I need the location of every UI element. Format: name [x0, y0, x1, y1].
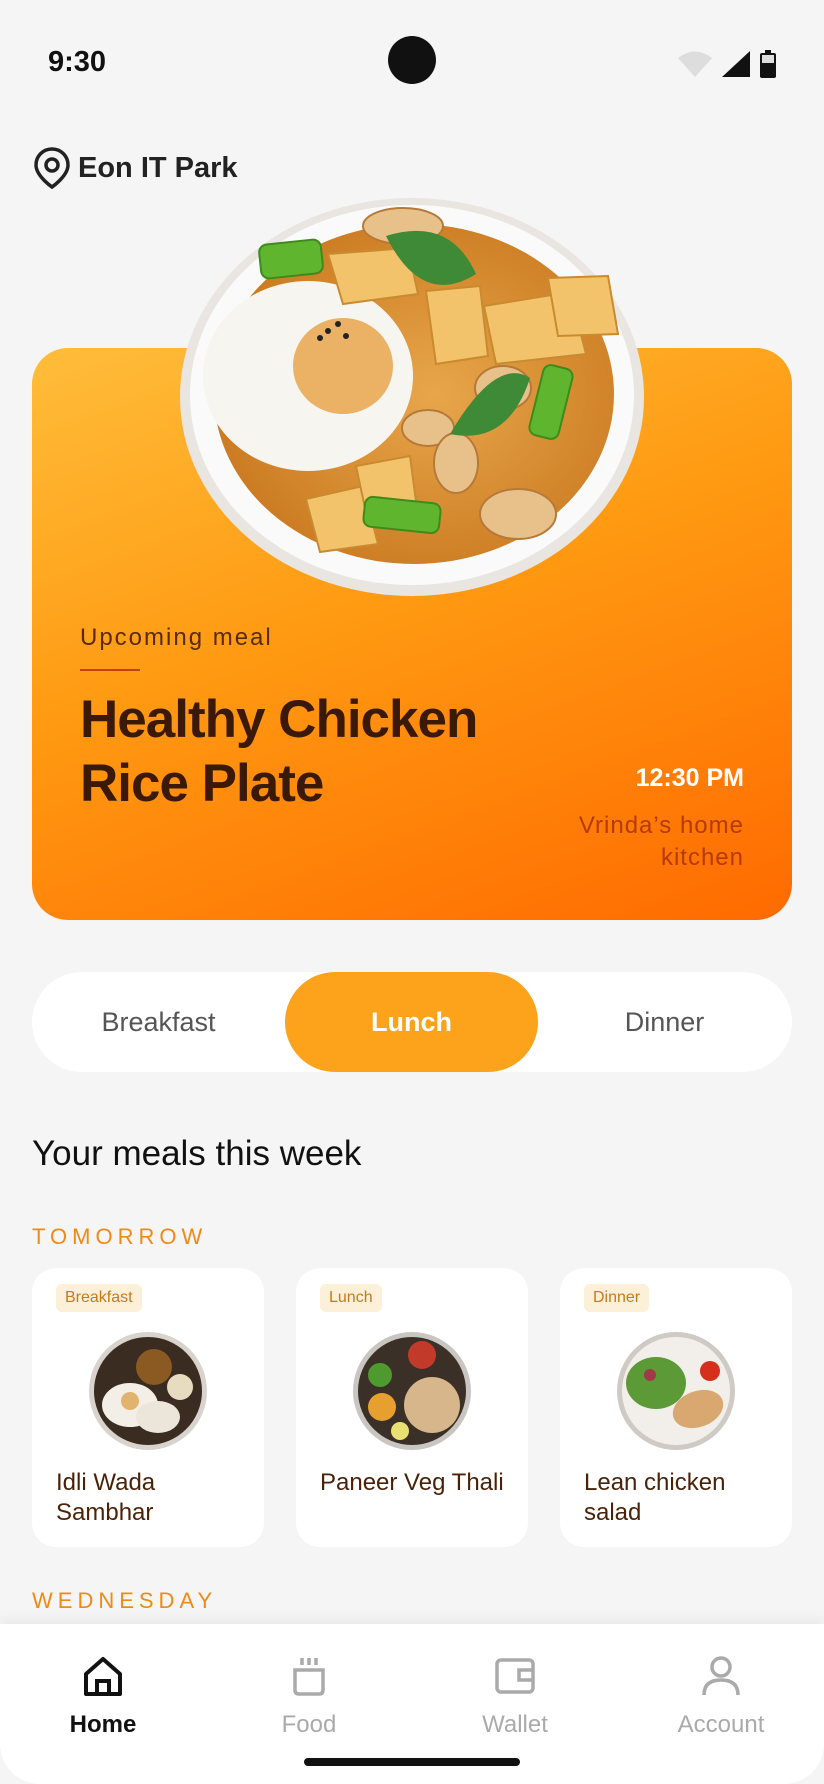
meal-card-dinner[interactable]: Dinner Lean chicken salad: [560, 1268, 792, 1547]
home-icon: [84, 1657, 122, 1696]
home-indicator: [304, 1758, 520, 1766]
meal-name: Lean chicken salad: [584, 1469, 726, 1526]
location-selector[interactable]: Eon IT Park: [32, 146, 238, 190]
status-time: 9:30: [48, 46, 107, 78]
thali-plate-image: [353, 1332, 471, 1450]
idli-plate-image: [89, 1332, 207, 1450]
segment-breakfast[interactable]: Breakfast: [32, 972, 285, 1072]
nav-wallet[interactable]: Wallet: [412, 1654, 618, 1739]
day-label-tomorrow: TOMORROW: [32, 1224, 208, 1249]
section-title: Your meals this week: [32, 1134, 362, 1173]
nav-food[interactable]: Food: [206, 1654, 412, 1739]
day-label-wednesday: WEDNESDAY: [32, 1588, 218, 1613]
nav-label: Account: [677, 1711, 765, 1738]
meal-tag: Breakfast: [56, 1284, 142, 1312]
wifi-icon: [678, 51, 712, 77]
nav-label: Food: [281, 1711, 337, 1738]
signal-icon: [722, 51, 750, 77]
nav-account[interactable]: Account: [618, 1654, 824, 1739]
segment-dinner[interactable]: Dinner: [538, 972, 791, 1072]
meal-card-lunch[interactable]: Lunch Paneer Veg Thali: [296, 1268, 528, 1547]
segment-lunch[interactable]: Lunch: [285, 972, 538, 1072]
hero-subtitle: Upcoming meal: [80, 624, 273, 651]
location-pin-icon: [34, 147, 70, 190]
camera-cutout: [388, 36, 436, 84]
nav-label: Home: [69, 1711, 137, 1738]
meal-tag: Dinner: [584, 1284, 650, 1312]
nav-label: Wallet: [482, 1711, 548, 1738]
food-icon: [293, 1658, 325, 1696]
battery-icon: [760, 50, 776, 78]
status-icons: [678, 50, 776, 78]
meal-card-breakfast[interactable]: Breakfast Idli Wada Sambhar: [32, 1268, 264, 1547]
nav-home[interactable]: Home: [0, 1654, 206, 1739]
meal-title: Healthy Chicken Rice Plate: [80, 690, 478, 813]
meal-time: 12:30 PM: [635, 764, 744, 792]
wallet-icon: [495, 1658, 535, 1694]
location-label: Eon IT Park: [78, 151, 238, 184]
account-icon: [702, 1656, 740, 1696]
meal-tag: Lunch: [320, 1284, 382, 1312]
meal-plate-image: [180, 198, 644, 596]
kitchen-name: Vrinda’s home kitchen: [578, 812, 744, 871]
salad-plate-image: [617, 1332, 735, 1450]
meal-name: Idli Wada Sambhar: [56, 1469, 156, 1526]
meal-type-segment: Breakfast Lunch Dinner: [32, 972, 792, 1072]
hero-underline: [80, 669, 140, 671]
meal-name: Paneer Veg Thali: [320, 1469, 504, 1496]
app-screen: 9:30 Eon IT Park Upcoming meal Healthy C…: [0, 0, 824, 1784]
